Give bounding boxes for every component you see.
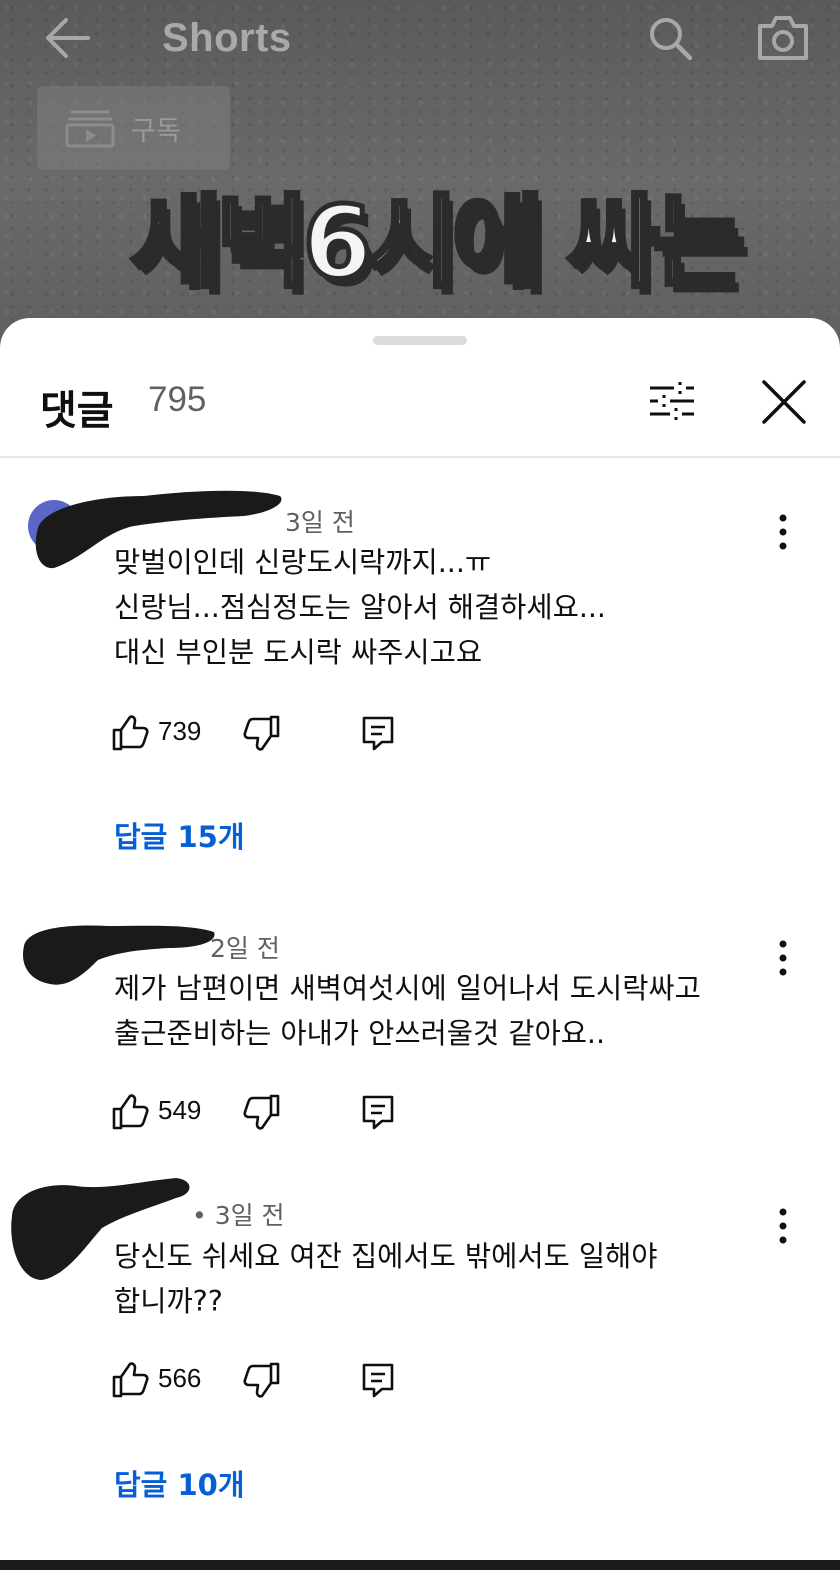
- subscribe-button[interactable]: 구독: [37, 86, 230, 170]
- comment-timestamp: 3일 전: [285, 508, 355, 537]
- more-vert-icon[interactable]: [768, 938, 798, 978]
- thumbs-down-icon[interactable]: [242, 714, 282, 752]
- comment-line: 맞벌이인데 신랑도시락까지...ㅠ: [114, 546, 492, 579]
- comment-body: 제가 남편이면 새벽여섯시에 일어나서 도시락싸고 출근준비하는 아내가 안쓰러…: [114, 966, 701, 1056]
- reply-icon[interactable]: [360, 1361, 396, 1399]
- more-vert-icon[interactable]: [768, 512, 798, 552]
- comment-line: 대신 부인분 도시락 싸주시고요: [114, 636, 483, 669]
- more-vert-icon[interactable]: [768, 1206, 798, 1246]
- close-icon[interactable]: [758, 376, 810, 428]
- sliders-icon[interactable]: [646, 376, 698, 426]
- comment-timestamp: 2일 전: [210, 934, 280, 963]
- reply-icon[interactable]: [360, 1093, 396, 1131]
- view-replies-link[interactable]: 답글 10개: [114, 1462, 245, 1504]
- comments-count: 795: [148, 380, 207, 419]
- video-caption: 새벽6시에 싸는: [128, 182, 747, 304]
- comment-item: • 3일 전 당신도 쉬세요 여잔 집에서도 밖에서도 일해야 합니까?? 56…: [0, 1176, 840, 1516]
- comment-actions: 739: [110, 714, 510, 754]
- drag-handle[interactable]: [373, 336, 467, 345]
- comment-timestamp: • 3일 전: [192, 1201, 285, 1230]
- thumbs-up-icon[interactable]: [110, 714, 150, 752]
- system-nav-bar: [0, 1560, 840, 1570]
- video-background: Shorts 구독 새벽6시에 싸는: [0, 0, 840, 360]
- comment-line: 신랑님...점심정도는 알아서 해결하세요...: [114, 591, 606, 624]
- like-count: 549: [158, 1095, 202, 1125]
- comments-sheet: 댓글 795 3일 전 맞벌이인데 신랑도시락까지...ㅠ 신랑님...점심정도…: [0, 318, 840, 1570]
- comment-actions: 566: [110, 1361, 510, 1401]
- comment-item: 2일 전 제가 남편이면 새벽여섯시에 일어나서 도시락싸고 출근준비하는 아내…: [0, 918, 840, 1158]
- comment-line: 당신도 쉬세요 여잔 집에서도 밖에서도 일해야: [114, 1240, 658, 1273]
- comment-body: 맞벌이인데 신랑도시락까지...ㅠ 신랑님...점심정도는 알아서 해결하세요.…: [114, 540, 606, 675]
- thumbs-up-icon[interactable]: [110, 1093, 150, 1131]
- search-icon[interactable]: [646, 14, 694, 62]
- comment-actions: 549: [110, 1093, 510, 1133]
- comments-header: 댓글 795: [0, 368, 840, 458]
- comment-line: 제가 남편이면 새벽여섯시에 일어나서 도시락싸고: [114, 972, 701, 1005]
- camera-icon[interactable]: [756, 12, 810, 62]
- subscribe-label: 구독: [131, 115, 181, 147]
- comments-title: 댓글: [40, 388, 114, 434]
- comment-body: 당신도 쉬세요 여잔 집에서도 밖에서도 일해야 합니까??: [114, 1234, 657, 1324]
- comment-item: 3일 전 맞벌이인데 신랑도시락까지...ㅠ 신랑님...점심정도는 알아서 해…: [0, 488, 840, 868]
- like-count: 739: [158, 716, 202, 746]
- reply-icon[interactable]: [360, 714, 396, 752]
- thumbs-down-icon[interactable]: [242, 1093, 282, 1131]
- thumbs-down-icon[interactable]: [242, 1361, 282, 1399]
- comment-line: 합니까??: [114, 1285, 223, 1318]
- arrow-left-icon[interactable]: [40, 14, 92, 62]
- page-title: Shorts: [162, 16, 292, 60]
- like-count: 566: [158, 1363, 202, 1393]
- view-replies-link[interactable]: 답글 15개: [114, 814, 245, 856]
- subscriptions-icon: [65, 110, 115, 148]
- thumbs-up-icon[interactable]: [110, 1361, 150, 1399]
- comment-line: 출근준비하는 아내가 안쓰러울것 같아요..: [114, 1017, 606, 1050]
